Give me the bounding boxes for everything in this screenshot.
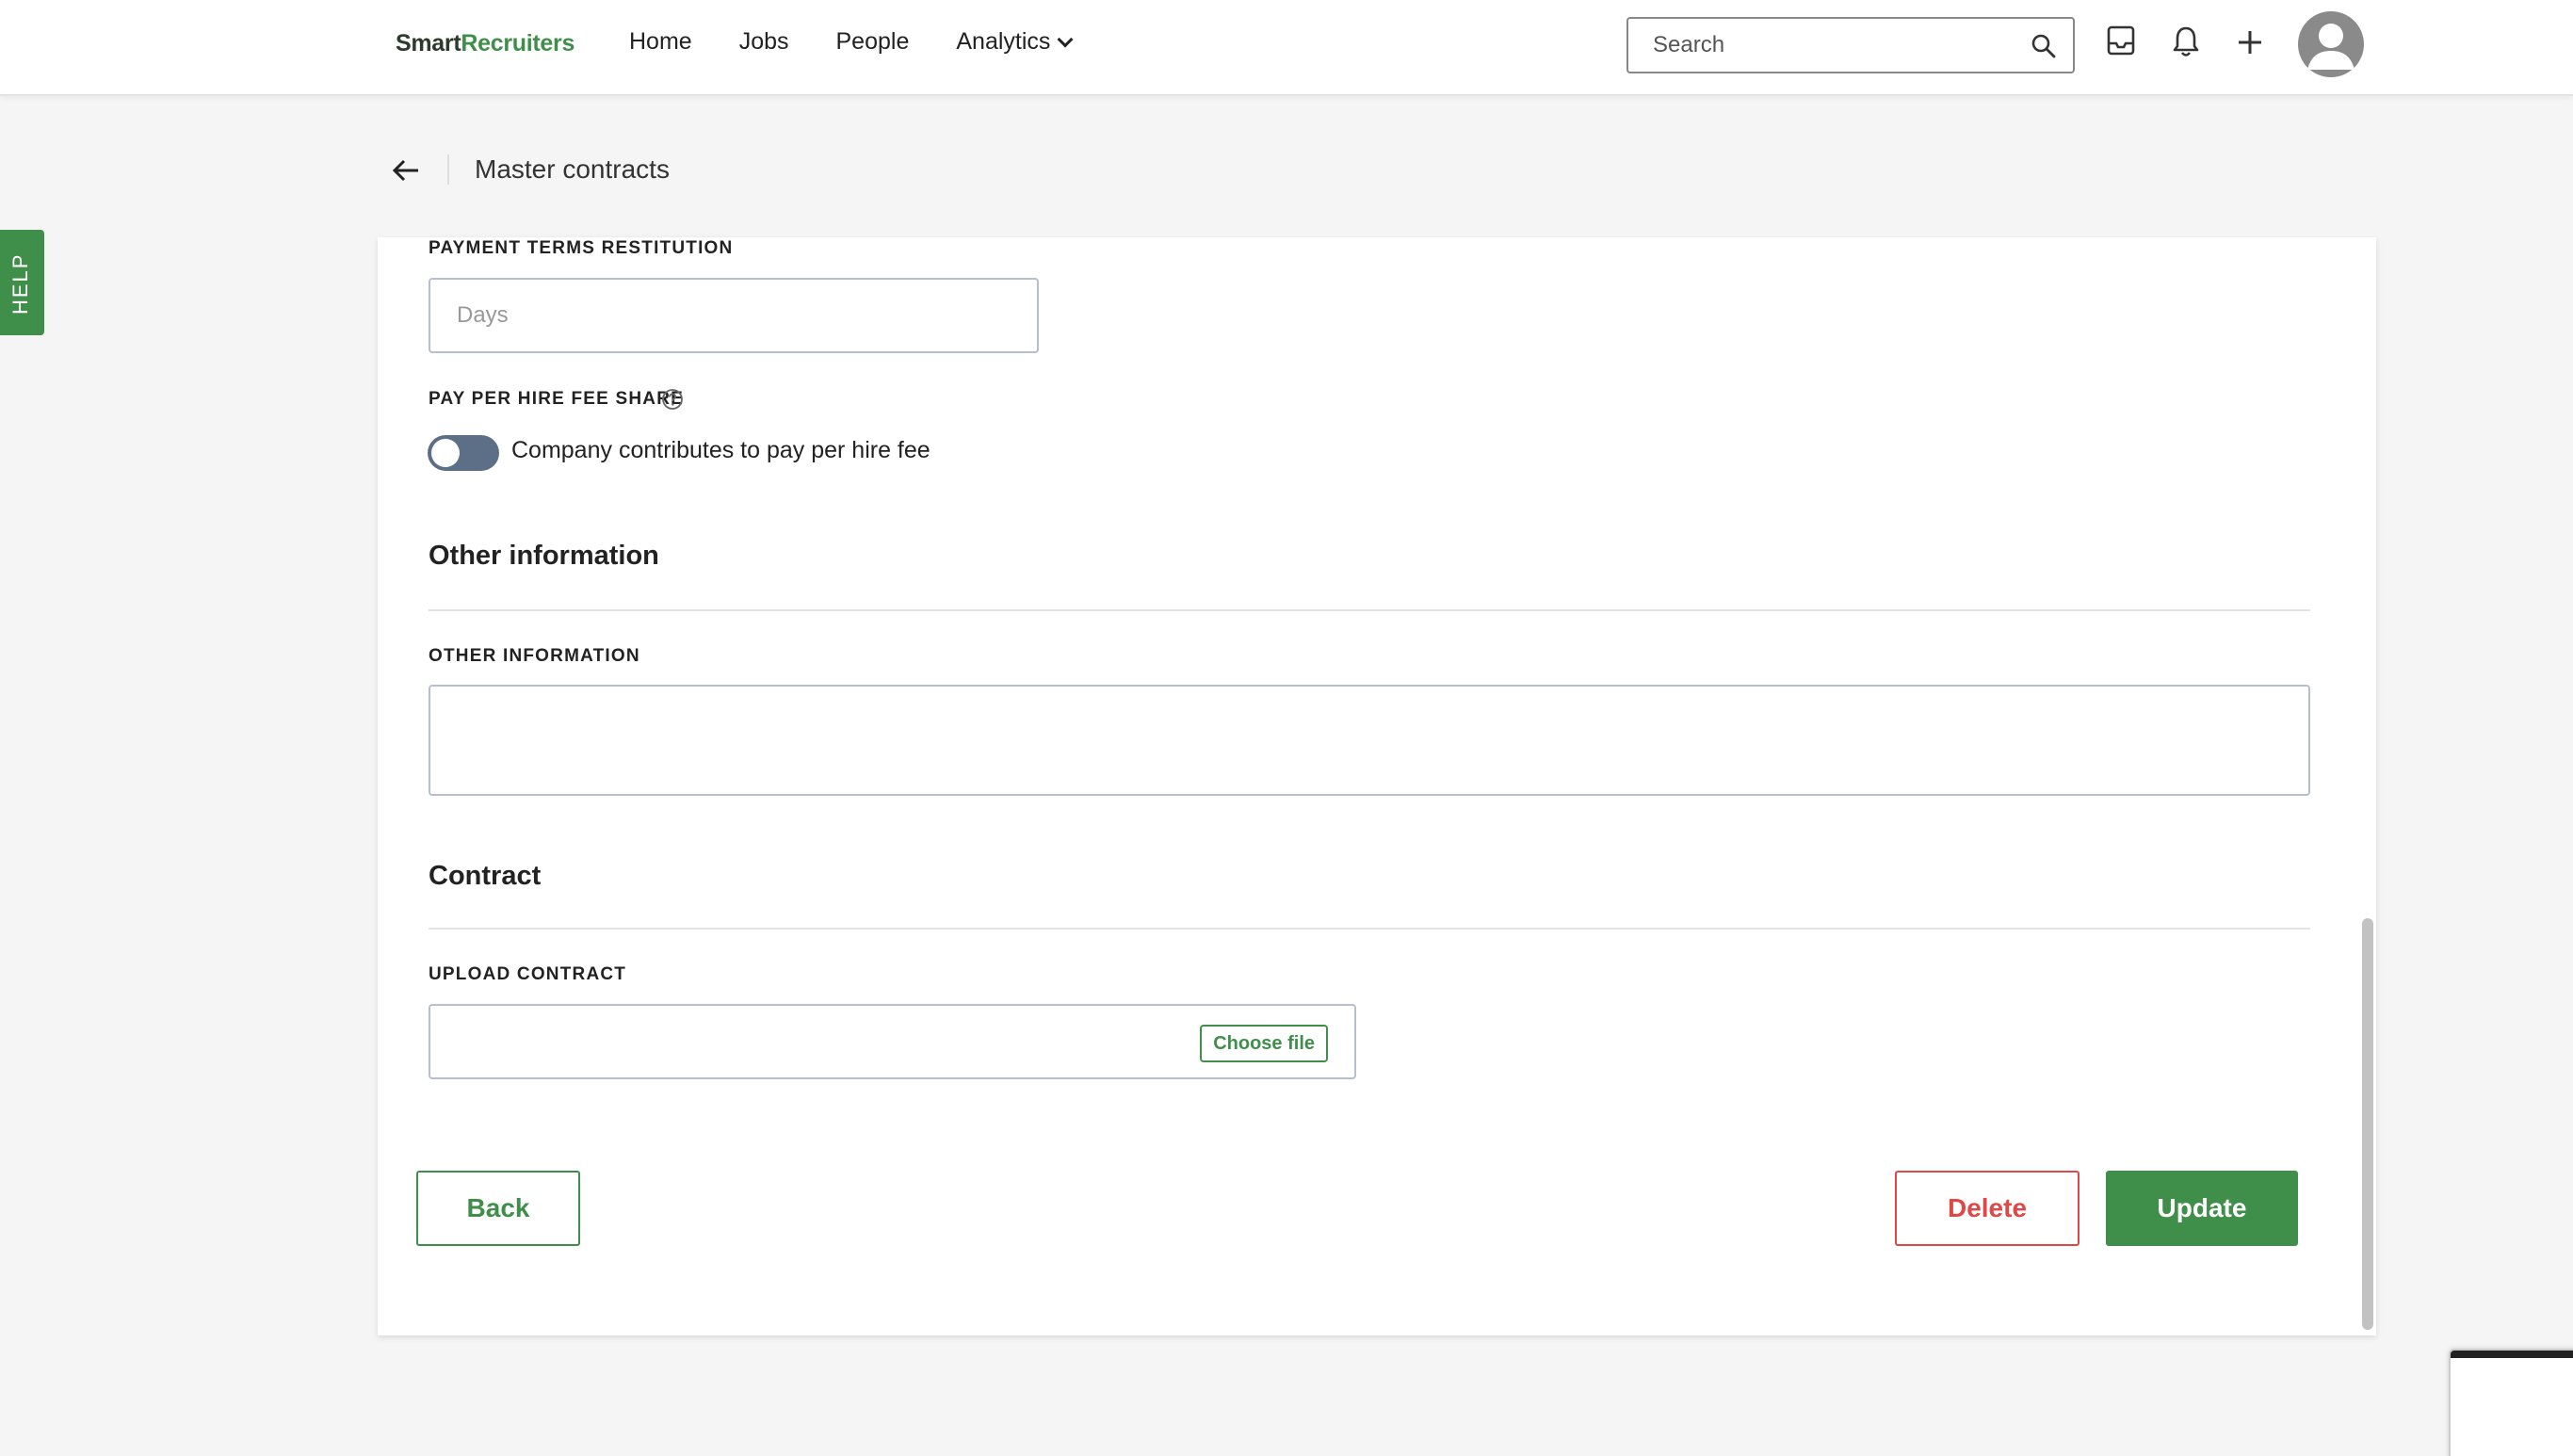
upload-contract-label: UPLOAD CONTRACT xyxy=(429,964,627,984)
help-tab-label: HELP xyxy=(8,252,32,315)
nav-jobs[interactable]: Jobs xyxy=(739,28,789,56)
user-avatar[interactable] xyxy=(2298,11,2364,77)
search-icon[interactable] xyxy=(2030,32,2058,65)
nav-analytics-label: Analytics xyxy=(956,28,1051,55)
back-arrow-icon[interactable] xyxy=(390,154,422,191)
upload-contract-field[interactable]: Choose file xyxy=(429,1004,1356,1079)
update-button[interactable]: Update xyxy=(2106,1171,2298,1246)
page-preview-thumbnail[interactable] xyxy=(2449,1349,2573,1456)
other-information-input[interactable] xyxy=(430,687,2308,794)
toggle-knob xyxy=(431,439,460,467)
fee-share-toggle[interactable] xyxy=(428,435,499,471)
add-plus-icon[interactable] xyxy=(2236,28,2264,61)
logo-text-smart: Smart xyxy=(396,30,461,57)
other-information-field xyxy=(429,685,2310,796)
main-nav: Home Jobs People Analytics xyxy=(629,28,1074,56)
contract-heading: Contract xyxy=(429,861,542,891)
payment-terms-label: PAYMENT TERMS RESTITUTION xyxy=(429,238,734,258)
delete-button[interactable]: Delete xyxy=(1895,1171,2079,1246)
search-box xyxy=(1626,17,2075,73)
logo-text-recruiters: Recruiters xyxy=(461,30,575,57)
user-avatar-icon xyxy=(2307,24,2355,70)
search-input[interactable] xyxy=(1628,19,2005,72)
scrollbar-track[interactable] xyxy=(2359,237,2376,1335)
help-tab[interactable]: HELP xyxy=(0,230,44,335)
chevron-down-icon xyxy=(1057,31,1074,47)
smartrecruiters-logo[interactable]: SmartRecruiters xyxy=(396,30,574,57)
payment-terms-field xyxy=(429,278,1039,353)
nav-analytics[interactable]: Analytics xyxy=(956,28,1074,56)
other-information-label: OTHER INFORMATION xyxy=(429,646,640,666)
inbox-icon[interactable] xyxy=(2106,24,2136,61)
other-information-heading: Other information xyxy=(429,541,659,571)
help-question-icon[interactable] xyxy=(661,388,684,415)
scrollbar-thumb[interactable] xyxy=(2362,918,2373,1330)
choose-file-button[interactable]: Choose file xyxy=(1200,1025,1328,1062)
fee-share-label: PAY PER HIRE FEE SHARE xyxy=(429,389,685,409)
thumbnail-header xyxy=(2451,1351,2573,1358)
section-divider xyxy=(429,928,2310,930)
top-navigation-bar: SmartRecruiters Home Jobs People Analyti… xyxy=(0,0,2573,96)
header-divider xyxy=(447,154,449,185)
nav-home[interactable]: Home xyxy=(629,28,692,56)
payment-terms-days-input[interactable] xyxy=(430,280,1037,351)
notifications-bell-icon[interactable] xyxy=(2171,24,2201,63)
back-button[interactable]: Back xyxy=(416,1171,580,1246)
page-title: Master contracts xyxy=(475,154,670,184)
section-divider xyxy=(429,609,2310,611)
fee-share-toggle-text: Company contributes to pay per hire fee xyxy=(511,437,930,463)
nav-people[interactable]: People xyxy=(836,28,910,56)
